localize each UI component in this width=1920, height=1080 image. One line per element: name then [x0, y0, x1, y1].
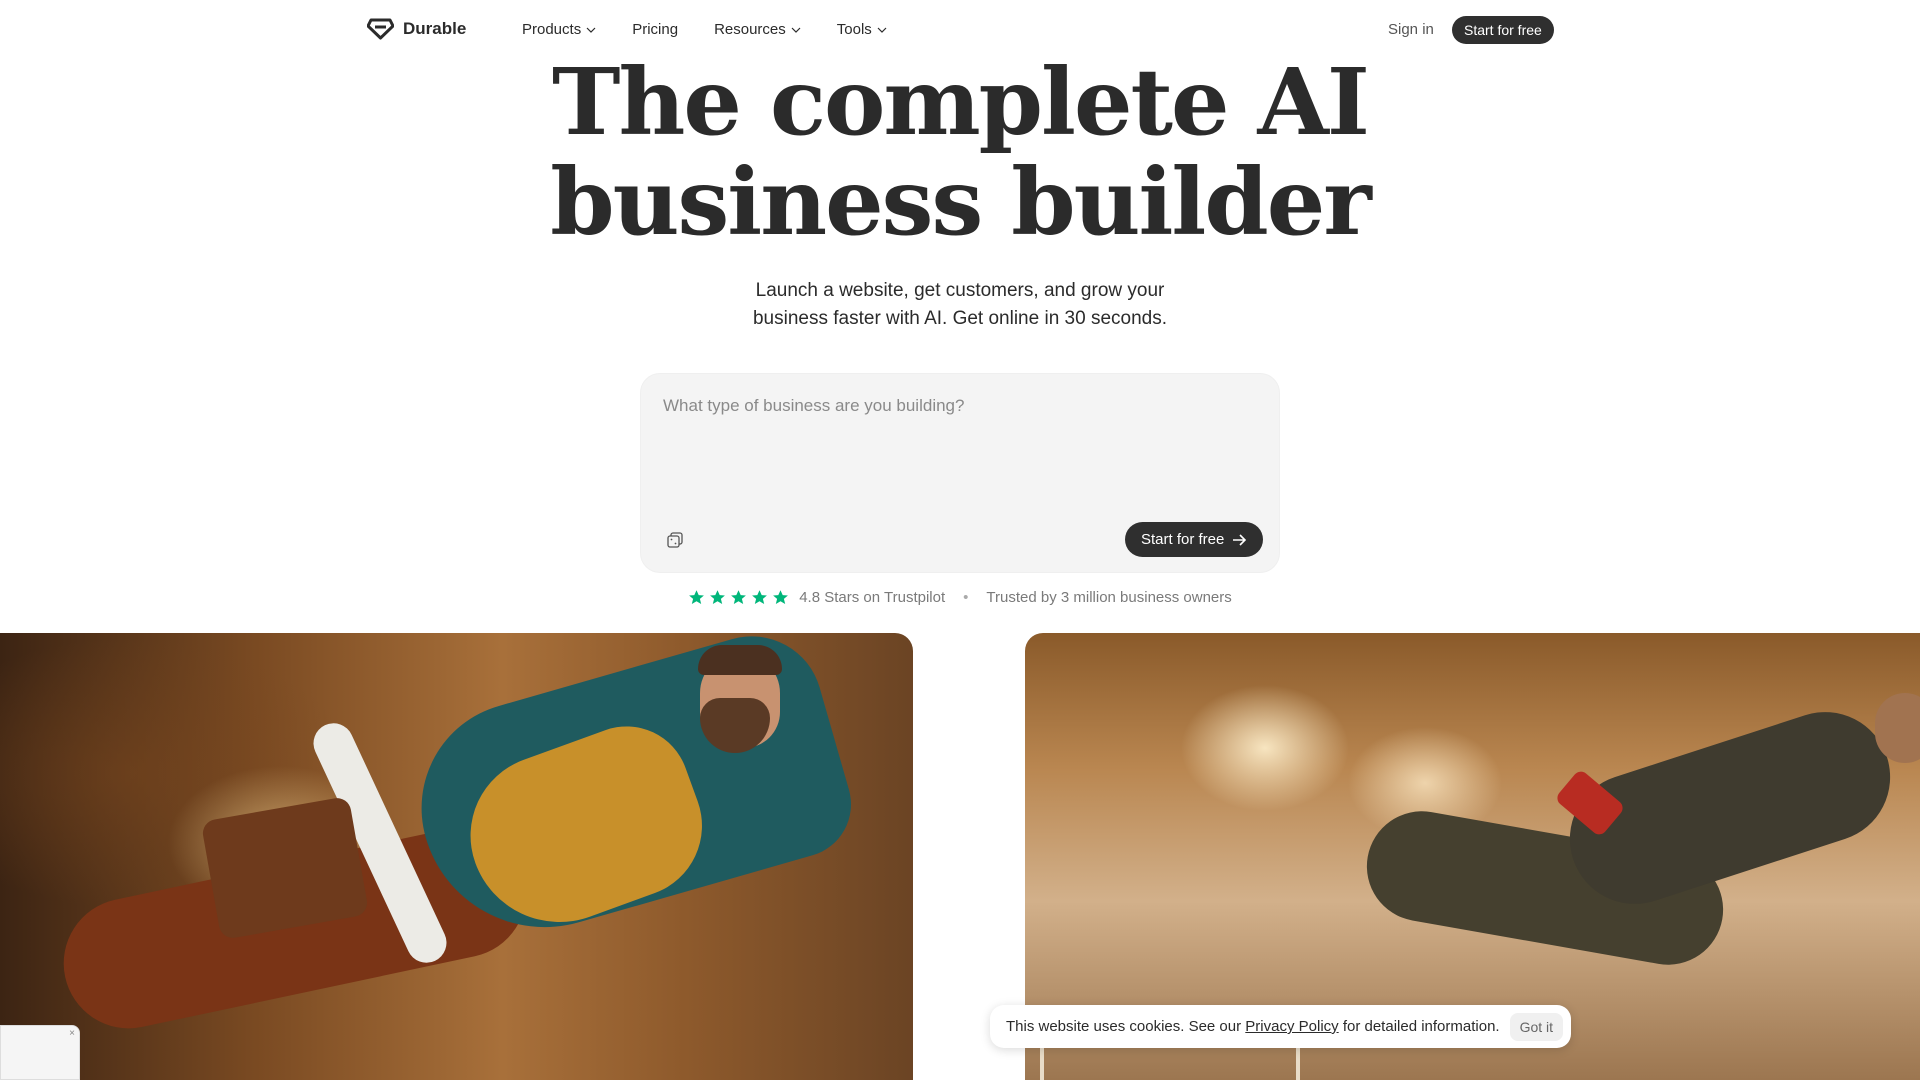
- cookie-message: This website uses cookies. See our Priva…: [1006, 1018, 1500, 1035]
- nav-pricing[interactable]: Pricing: [632, 21, 678, 38]
- chevron-down-icon: [791, 27, 801, 33]
- brand-name: Durable: [403, 19, 467, 38]
- hero-title-line-1: The complete AI: [552, 48, 1370, 156]
- close-icon[interactable]: ×: [69, 1028, 75, 1039]
- chat-widget-stub[interactable]: ×: [0, 1025, 80, 1080]
- star-icon: [710, 590, 726, 605]
- separator-dot: •: [963, 589, 969, 606]
- chevron-down-icon: [877, 27, 887, 33]
- briefcase: [200, 795, 370, 941]
- nav-products-label: Products: [522, 21, 582, 38]
- cookie-text-before: This website uses cookies. See our: [1006, 1018, 1246, 1035]
- star-icon: [731, 590, 747, 605]
- privacy-policy-link[interactable]: Privacy Policy: [1245, 1018, 1338, 1035]
- nav-tools-label: Tools: [836, 21, 872, 38]
- star-icon: [752, 590, 768, 605]
- star-icon: [773, 590, 789, 605]
- worker-head: [1875, 693, 1920, 763]
- start-for-free-button[interactable]: Start for free: [1125, 522, 1264, 557]
- trustpilot-score: 4.8 Stars on Trustpilot: [799, 589, 946, 606]
- sign-in-link[interactable]: Sign in: [1388, 21, 1434, 38]
- figure-hair: [698, 645, 782, 675]
- start-for-free-label: Start for free: [1141, 531, 1225, 548]
- hero-title: The complete AI business builder: [0, 52, 1920, 252]
- dice-icon[interactable]: [666, 531, 684, 549]
- chevron-down-icon: [586, 27, 596, 33]
- nav-links: Products Pricing Resources Tools: [522, 21, 887, 38]
- nav-pricing-label: Pricing: [632, 21, 679, 38]
- business-prompt-box: Start for free: [640, 373, 1280, 573]
- start-for-free-nav-button[interactable]: Start for free: [1452, 16, 1554, 44]
- cookie-banner: This website uses cookies. See our Priva…: [990, 1005, 1571, 1048]
- hero-subtitle-line-2: business faster with AI. Get online in 3…: [752, 308, 1167, 329]
- nav-tools[interactable]: Tools: [837, 21, 887, 38]
- hero-subtitle: Launch a website, get customers, and gro…: [0, 277, 1920, 333]
- hero-title-line-2: business builder: [550, 148, 1371, 256]
- business-type-input[interactable]: [663, 396, 1253, 476]
- nav-resources-label: Resources: [714, 21, 786, 38]
- durable-logo-icon: [367, 18, 394, 40]
- hero-subtitle-line-1: Launch a website, get customers, and gro…: [755, 280, 1165, 301]
- cookie-text-after: for detailed information.: [1338, 1018, 1500, 1035]
- nav-resources[interactable]: Resources: [714, 21, 801, 38]
- cookie-accept-button[interactable]: Got it: [1509, 1012, 1564, 1041]
- brand-logo[interactable]: Durable: [367, 18, 466, 40]
- trusted-by-text: Trusted by 3 million business owners: [986, 589, 1232, 606]
- nav-products[interactable]: Products: [522, 21, 596, 38]
- star-icon: [689, 590, 705, 605]
- trust-rating: 4.8 Stars on Trustpilot • Trusted by 3 m…: [0, 589, 1920, 606]
- star-rating: [688, 589, 789, 606]
- arrow-right-icon: [1233, 533, 1247, 546]
- hero-image-businessman: [0, 633, 913, 1080]
